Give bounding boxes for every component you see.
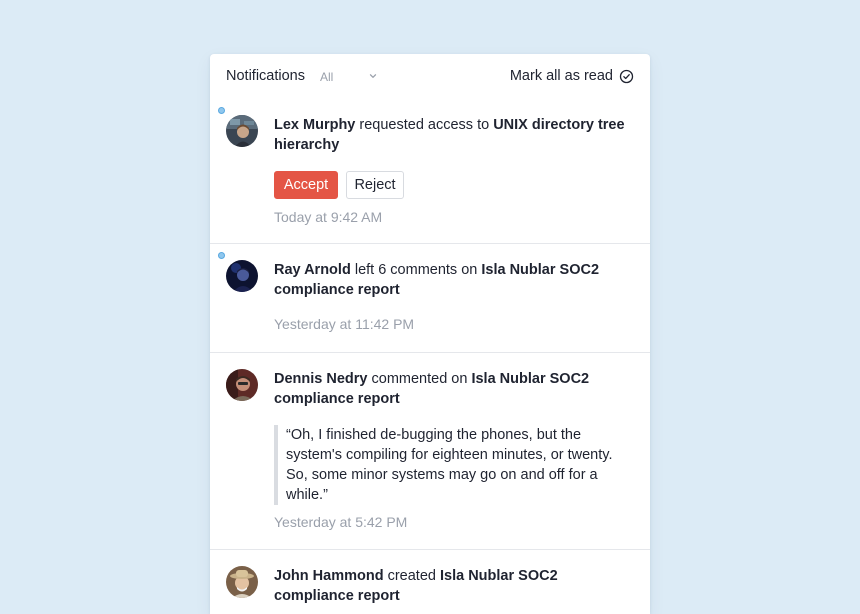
notification-action: requested access to xyxy=(355,117,494,133)
notification-message: Dennis Nedry commented on Isla Nublar SO… xyxy=(274,369,638,409)
actor-name: Ray Arnold xyxy=(274,262,351,278)
reject-button[interactable]: Reject xyxy=(346,171,404,199)
accept-button[interactable]: Accept xyxy=(274,171,338,199)
chevron-down-icon xyxy=(369,74,377,78)
notification-message: John Hammond created Isla Nublar SOC2 co… xyxy=(274,566,638,606)
avatar xyxy=(226,369,258,401)
timestamp: Today at 9:42 AM xyxy=(274,209,383,225)
page-title: Notifications xyxy=(226,68,305,84)
notification-item: Lex Murphy requested access to UNIX dire… xyxy=(210,98,650,243)
filter-dropdown[interactable]: All xyxy=(320,69,380,85)
actor-name: Lex Murphy xyxy=(274,117,356,133)
unread-indicator xyxy=(218,107,225,114)
actor-name: Dennis Nedry xyxy=(274,371,368,387)
notification-item: John Hammond created Isla Nublar SOC2 co… xyxy=(210,550,650,614)
avatar xyxy=(226,115,258,147)
notification-message: Lex Murphy requested access to UNIX dire… xyxy=(274,115,638,155)
notification-message: Ray Arnold left 6 comments on Isla Nubla… xyxy=(274,260,638,300)
avatar xyxy=(226,260,258,292)
mark-all-read-button[interactable]: Mark all as read xyxy=(510,67,634,85)
actor-name: John Hammond xyxy=(274,568,384,584)
comment-quote: “Oh, I finished de-bugging the phones, b… xyxy=(274,425,638,505)
avatar xyxy=(226,566,258,598)
mark-all-read-label: Mark all as read xyxy=(509,68,613,84)
notification-action: commented on xyxy=(367,371,472,387)
check-circle-icon xyxy=(619,69,634,83)
filter-value: All xyxy=(320,70,334,84)
notification-action: left 6 comments on xyxy=(350,262,482,278)
timestamp: Yesterday at 5:42 PM xyxy=(274,514,408,530)
notifications-header: Notifications All Mark all as read xyxy=(210,54,650,98)
notification-action: created xyxy=(383,568,440,584)
notification-item: Ray Arnold left 6 comments on Isla Nubla… xyxy=(210,244,650,352)
timestamp: Yesterday at 11:42 PM xyxy=(274,316,415,332)
notification-item: Dennis Nedry commented on Isla Nublar SO… xyxy=(210,353,650,549)
notifications-panel: Notifications All Mark all as read Lex M… xyxy=(210,54,650,614)
unread-indicator xyxy=(218,252,225,259)
